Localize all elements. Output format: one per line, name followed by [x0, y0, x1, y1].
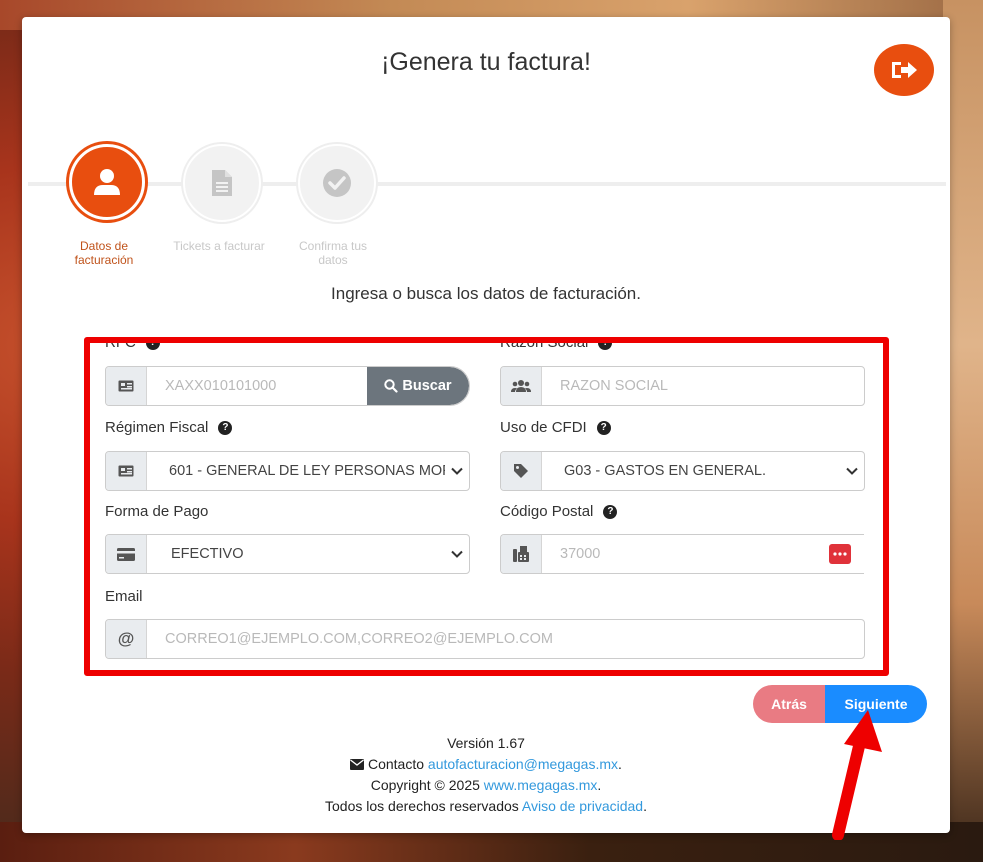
users-icon: [501, 367, 542, 405]
razon-social-label: Razon Social ?: [500, 337, 613, 351]
search-icon: [384, 379, 399, 393]
razon-social-input-group: RAZON SOCIAL: [500, 366, 865, 406]
regimen-fiscal-select[interactable]: 601 - GENERAL DE LEY PERSONAS MOF: [147, 452, 469, 490]
email-label: Email: [105, 588, 143, 605]
copyright-line: Copyright © 2025 www.megagas.mx.: [22, 777, 950, 793]
website-link[interactable]: www.megagas.mx: [484, 777, 598, 793]
step-billing-data[interactable]: [69, 144, 145, 220]
contact-line: Contacto autofacturacion@megagas.mx.: [22, 756, 950, 772]
step-label-billing: Datos de facturación: [74, 239, 134, 267]
razon-social-input[interactable]: RAZON SOCIAL: [542, 367, 864, 405]
id-card-icon: [106, 452, 147, 490]
form-instructions: Ingresa o busca los datos de facturación…: [331, 284, 641, 303]
envelope-icon: [350, 759, 365, 770]
forma-pago-label-text: Forma de Pago: [105, 503, 209, 520]
regimen-fiscal-label: Régimen Fiscal ?: [105, 419, 233, 436]
logout-button[interactable]: [874, 44, 934, 96]
invoice-card: ¡Genera tu factura! Datos de facturación…: [22, 17, 950, 833]
email-input[interactable]: CORREO1@EJEMPLO.COM,CORREO2@EJEMPLO.COM: [147, 620, 864, 658]
forma-pago-select-group: EFECTIVO: [105, 534, 470, 574]
step-label-tickets: Tickets a facturar: [173, 239, 265, 253]
help-icon[interactable]: ?: [145, 343, 160, 350]
help-icon[interactable]: ?: [598, 343, 613, 350]
rights-line: Todos los derechos reservados Aviso de p…: [22, 798, 950, 814]
razon-social-label-text: Razon Social: [500, 337, 589, 351]
uso-cfdi-value: G03 - GASTOS EN GENERAL.: [564, 463, 766, 479]
email-label-text: Email: [105, 588, 143, 605]
uso-cfdi-select[interactable]: G03 - GASTOS EN GENERAL.: [542, 452, 864, 490]
help-icon[interactable]: ?: [596, 420, 611, 435]
tag-icon: [501, 452, 542, 490]
regimen-fiscal-label-text: Régimen Fiscal: [105, 419, 209, 436]
back-button[interactable]: Atrás: [753, 685, 825, 723]
help-icon[interactable]: ?: [603, 504, 618, 519]
page-title: ¡Genera tu factura!: [381, 48, 591, 76]
forma-pago-select[interactable]: EFECTIVO: [147, 535, 469, 573]
regimen-fiscal-value: 601 - GENERAL DE LEY PERSONAS MOF: [169, 463, 445, 479]
forma-pago-label: Forma de Pago: [105, 503, 208, 520]
rfc-input-group: XAXX010101000 Buscar: [105, 366, 470, 406]
contact-label: Contacto: [367, 756, 425, 772]
step-confirm[interactable]: [298, 144, 376, 222]
help-icon[interactable]: ?: [218, 420, 233, 435]
at-sign-icon: @: [106, 620, 147, 658]
codigo-postal-input-group: 37000: [500, 534, 864, 574]
period: .: [597, 777, 602, 793]
highlight-frame: RFC ? XAXX010101000 Buscar Razon Social …: [84, 337, 889, 676]
uso-cfdi-label-text: Uso de CFDI: [500, 419, 587, 436]
codigo-postal-label: Código Postal ?: [500, 503, 618, 520]
period: .: [618, 756, 622, 772]
id-card-icon: [106, 367, 147, 405]
chevron-down-icon: [451, 550, 463, 558]
copyright-text: Copyright © 2025: [370, 777, 480, 793]
chevron-down-icon: [846, 467, 858, 475]
rights-text: Todos los derechos reservados: [325, 798, 519, 814]
rfc-input[interactable]: XAXX010101000: [147, 367, 367, 405]
user-icon: [94, 169, 120, 195]
check-circle-icon: [323, 169, 351, 197]
forma-pago-value: EFECTIVO: [171, 546, 244, 562]
stepper-track: [28, 182, 946, 186]
contact-email-link[interactable]: autofacturacion@megagas.mx: [428, 756, 618, 772]
regimen-fiscal-select-group: 601 - GENERAL DE LEY PERSONAS MOF: [105, 451, 470, 491]
credit-card-icon: [106, 535, 147, 573]
step-label-confirm: Confirma tus datos: [298, 239, 368, 267]
step-tickets[interactable]: [183, 144, 261, 222]
password-dots-icon[interactable]: [816, 535, 864, 573]
fax-icon: [501, 535, 542, 573]
email-input-group: @ CORREO1@EJEMPLO.COM,CORREO2@EJEMPLO.CO…: [105, 619, 865, 659]
version-text: Versión 1.67: [447, 735, 525, 751]
chevron-down-icon: [451, 467, 463, 475]
codigo-postal-input[interactable]: 37000: [542, 535, 816, 573]
period: .: [643, 798, 647, 814]
document-icon: [212, 170, 232, 196]
uso-cfdi-label: Uso de CFDI ?: [500, 419, 611, 436]
search-button[interactable]: Buscar: [367, 367, 469, 405]
red-arrow-annotation: [832, 710, 882, 840]
search-button-label: Buscar: [402, 378, 452, 394]
uso-cfdi-select-group: G03 - GASTOS EN GENERAL.: [500, 451, 865, 491]
rfc-label: RFC ?: [105, 337, 160, 351]
privacy-link[interactable]: Aviso de privacidad: [522, 798, 643, 814]
codigo-postal-label-text: Código Postal: [500, 503, 594, 520]
sign-out-icon: [892, 62, 917, 78]
rfc-label-text: RFC: [105, 337, 136, 351]
